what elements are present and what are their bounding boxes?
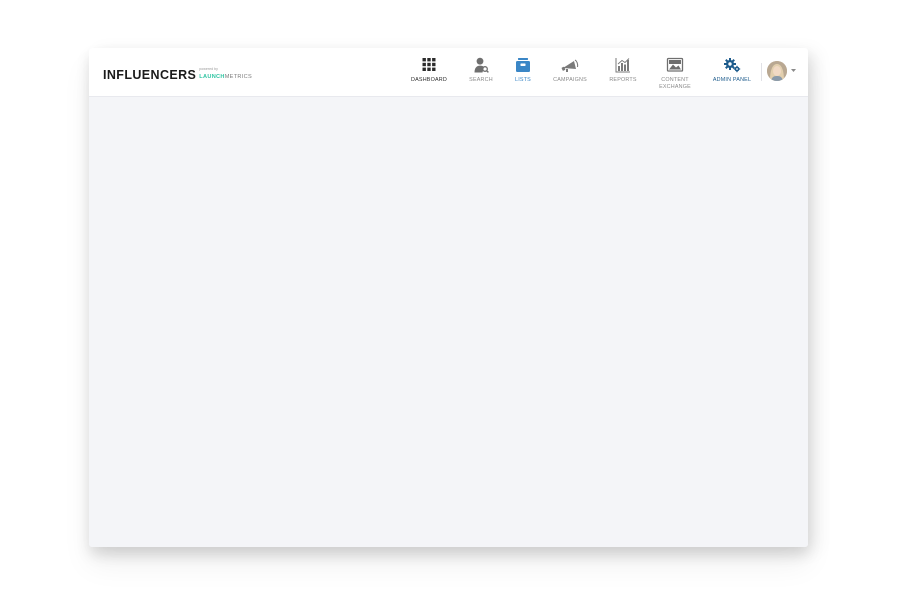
brand-company-part1: LAUNCH [199,74,225,80]
brand-logo[interactable]: INFLUENCERS powered by LAUNCHMETRICS [103,64,255,82]
brand-company-part2: METRICS [224,74,252,80]
main-content-area [89,97,808,547]
caret-down-icon[interactable] [790,68,797,73]
image-icon [666,57,684,72]
brand-company-name: LAUNCHMETRICS [199,74,252,80]
nav-lists[interactable]: LISTS [497,48,549,96]
avatar-photo [767,61,787,81]
top-navigation-bar: INFLUENCERS powered by LAUNCHMETRICS DAS… [89,48,808,97]
gears-icon [724,58,741,73]
nav-divider [761,63,762,81]
brand-company: powered by LAUNCHMETRICS [199,67,255,82]
megaphone-icon [561,59,579,72]
user-search-icon [474,57,489,73]
bar-chart-icon [615,58,630,73]
nav-admin-panel-label: ADMIN PANEL [712,77,752,83]
user-avatar[interactable] [767,61,787,81]
nav-campaigns[interactable]: CAMPAIGNS [544,48,596,96]
grid-icon [422,58,436,71]
brand-powered-by: powered by [199,67,218,71]
app-window: INFLUENCERS powered by LAUNCHMETRICS DAS… [89,48,808,547]
nav-admin-panel[interactable]: ADMIN PANEL [706,48,758,96]
nav-dashboard[interactable]: DASHBOARD [403,48,455,96]
lists-icon [516,58,530,72]
nav-content-exchange-label: CONTENT EXCHANGE [659,77,691,90]
nav-content-exchange[interactable]: CONTENT EXCHANGE [649,48,701,96]
nav-reports[interactable]: REPORTS [597,48,649,96]
brand-name: INFLUENCERS [103,68,197,82]
